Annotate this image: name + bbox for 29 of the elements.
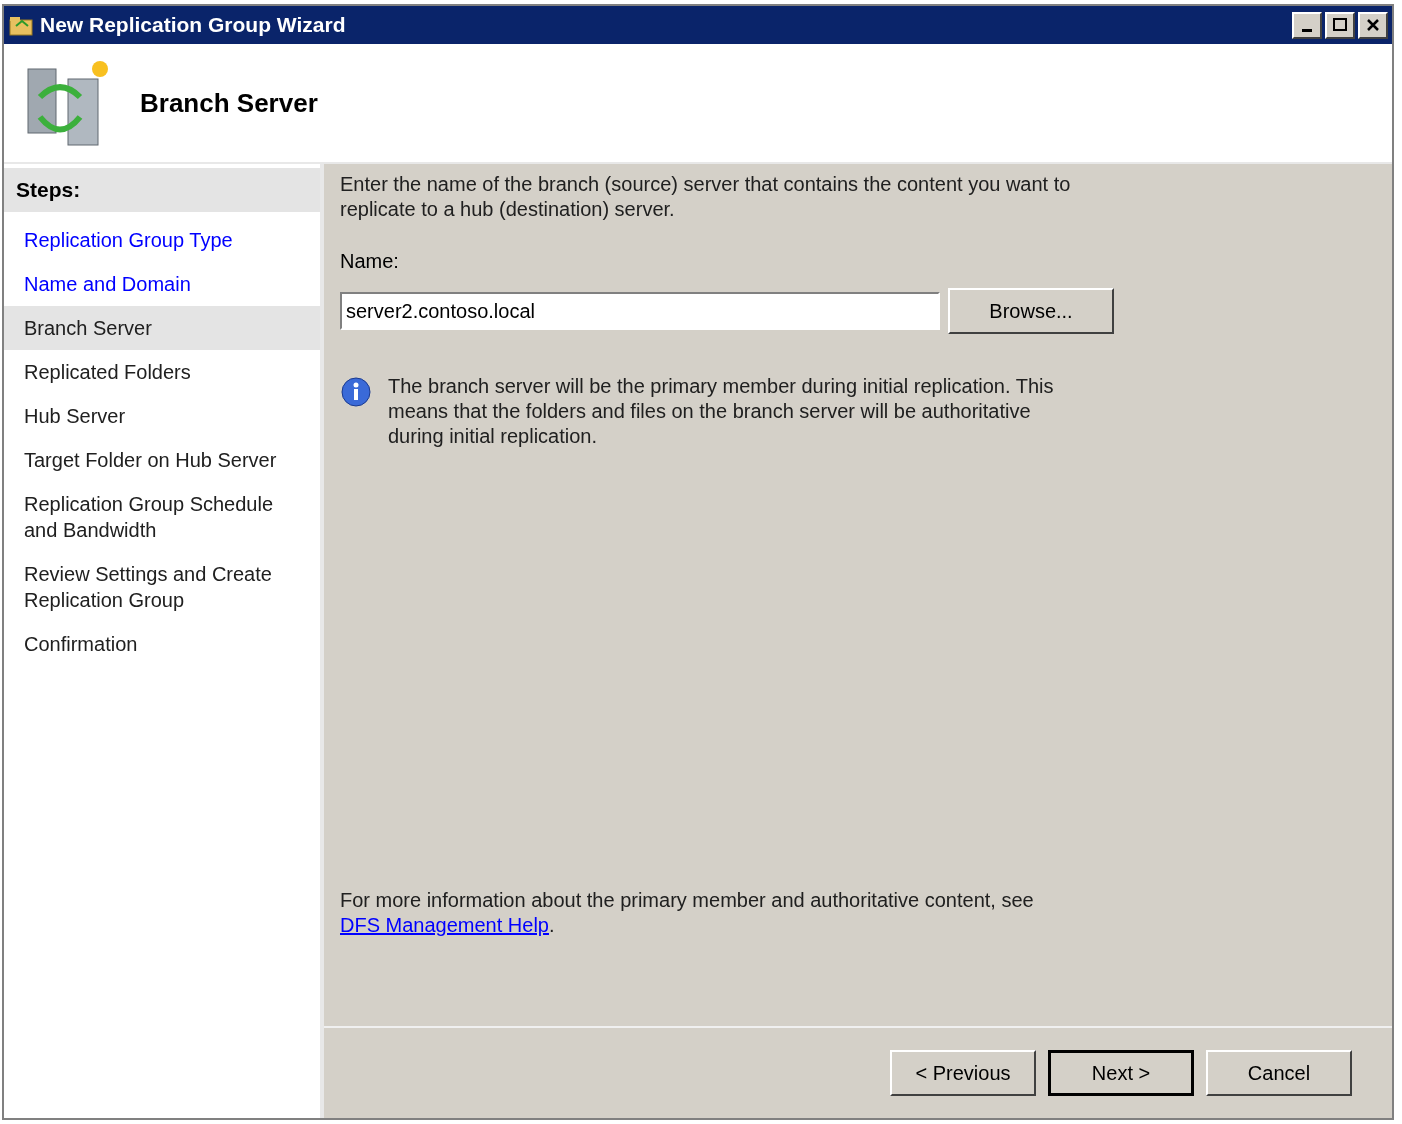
step-item[interactable]: Name and Domain — [4, 262, 320, 306]
steps-heading: Steps: — [4, 168, 320, 212]
name-label: Name: — [340, 249, 400, 274]
info-icon — [340, 376, 372, 408]
name-input-field[interactable]: server2.contoso.local — [340, 292, 940, 330]
step-item: Target Folder on Hub Server — [23, 448, 278, 473]
minimize-button[interactable] — [1292, 11, 1322, 39]
help-link[interactable]: DFS Management Help — [340, 914, 549, 936]
more-info-text: For more information about the primary member and authoritative content, see DFS Management Help. — [340, 888, 1035, 938]
step-item: Branch Server — [4, 306, 320, 350]
info-text: The branch server will be the primary member during initial replication. This means that the folders and files on the branch server will be authoritative during initial replication. — [388, 374, 1055, 449]
close-button[interactable] — [1358, 11, 1388, 39]
wizard-button[interactable]: Next > — [1048, 1050, 1194, 1096]
intro-text: Enter the name of the branch (source) server that contains the content you want to replicate to a hub (destination) server. — [340, 172, 1072, 222]
step-item: Replicated Folders — [23, 360, 192, 385]
step-item: Hub Server — [23, 404, 127, 429]
step-item: Replication Group Schedule and Bandwidth — [23, 492, 275, 543]
close-icon — [1365, 18, 1381, 32]
wizard-button[interactable]: Cancel — [1206, 1050, 1352, 1096]
minimize-icon — [1302, 28, 1312, 32]
window-title: New Replication Group Wizard — [40, 12, 347, 39]
page-title: Branch Server — [140, 86, 318, 120]
maximize-icon — [1332, 18, 1348, 32]
browse-button[interactable]: Browse... — [948, 288, 1114, 334]
wizard-button[interactable]: < Previous — [890, 1050, 1036, 1096]
step-item: Review Settings and Create Replication Group — [23, 562, 273, 613]
step-item[interactable]: Replication Group Type — [4, 218, 320, 262]
maximize-button[interactable] — [1325, 11, 1355, 39]
step-item: Confirmation — [23, 632, 139, 657]
